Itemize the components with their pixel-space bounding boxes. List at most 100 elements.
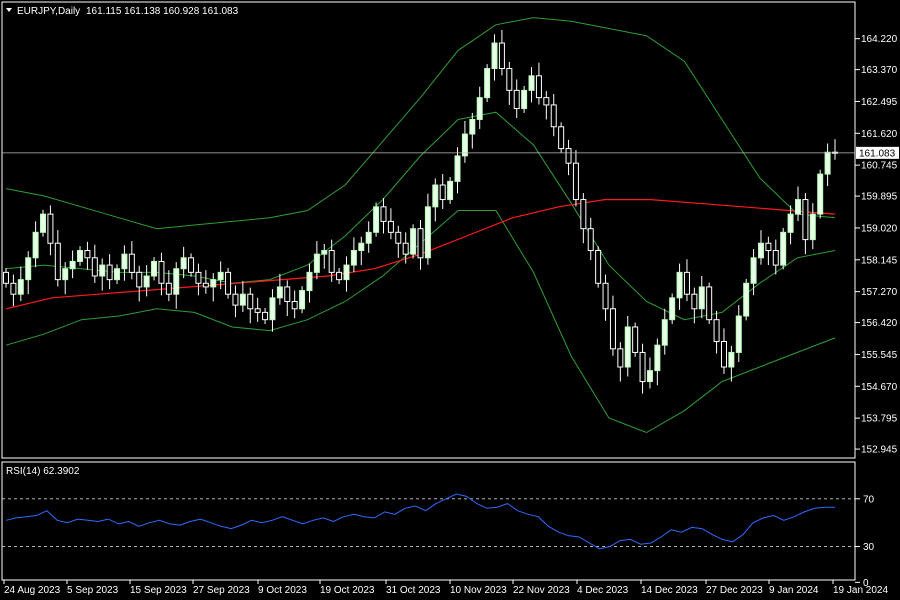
y-tick-label: 154.670 xyxy=(861,382,898,393)
candle-body xyxy=(225,271,232,295)
candle-body xyxy=(543,97,550,106)
candle-body xyxy=(698,286,705,310)
candle-body xyxy=(343,264,350,281)
y-tick-label: 163.370 xyxy=(861,65,898,76)
x-tick-label: 27 Dec 2023 xyxy=(706,585,763,596)
candle-body xyxy=(269,297,276,321)
y-tick-label: 162.495 xyxy=(861,97,898,108)
candle-body xyxy=(276,286,283,299)
candles xyxy=(3,29,838,394)
candle-body xyxy=(661,319,668,346)
ohlc-values: 161.115 161.138 160.928 161.083 xyxy=(86,6,239,17)
candle-body xyxy=(602,282,609,310)
candle-body xyxy=(817,173,824,215)
candle-body xyxy=(410,228,417,255)
candle-body xyxy=(728,351,735,368)
candle-body xyxy=(484,68,491,99)
candle-body xyxy=(114,268,121,281)
candle-body xyxy=(328,250,335,273)
candle-body xyxy=(262,311,269,321)
candle-body xyxy=(809,213,816,241)
candle-body xyxy=(669,297,676,321)
candle-body xyxy=(757,242,764,259)
candle-body xyxy=(691,293,698,310)
candle-body xyxy=(787,213,794,233)
candle-body xyxy=(143,275,150,288)
candle-body xyxy=(824,151,831,175)
candle-body xyxy=(506,68,513,91)
candle-body xyxy=(358,242,365,252)
y-tick-label: 159.020 xyxy=(861,223,898,234)
rsi-tick-label: 70 xyxy=(863,494,875,505)
candle-body xyxy=(676,271,683,299)
candle-body xyxy=(558,126,565,150)
candle-body xyxy=(47,213,54,244)
candle-body xyxy=(706,286,713,321)
candle-body xyxy=(232,293,239,306)
candle-body xyxy=(447,180,454,201)
rsi-line xyxy=(5,493,835,550)
rsi-tick-label: 30 xyxy=(863,542,875,553)
candle-body xyxy=(202,282,209,288)
candle-body xyxy=(454,155,461,182)
candle-body xyxy=(654,344,661,372)
candle-body xyxy=(572,162,579,201)
candle-body xyxy=(40,213,47,233)
candle-body xyxy=(617,348,624,368)
candle-body xyxy=(750,257,757,284)
candle-body xyxy=(683,271,690,295)
candle-body xyxy=(195,271,202,284)
candle-body xyxy=(521,89,528,110)
candle-body xyxy=(10,282,17,295)
candle-body xyxy=(402,242,409,255)
candle-body xyxy=(528,75,535,91)
candle-body xyxy=(3,271,9,284)
candle-body xyxy=(62,268,69,281)
candle-body xyxy=(476,97,483,120)
candle-body xyxy=(469,118,476,135)
candle-body xyxy=(254,308,261,313)
y-tick-label: 156.420 xyxy=(861,318,898,329)
candle-body xyxy=(713,319,720,343)
y-tick-label: 155.545 xyxy=(861,350,898,361)
y-tick-label: 164.220 xyxy=(861,34,898,45)
candle-body xyxy=(632,326,639,353)
y-tick-label: 158.145 xyxy=(861,255,898,266)
x-tick-label: 19 Jan 2024 xyxy=(833,585,888,596)
triangle-down-icon[interactable] xyxy=(6,8,12,12)
bollinger-line xyxy=(5,17,836,230)
candle-body xyxy=(498,42,505,70)
candle-body xyxy=(609,308,616,350)
x-tick-label: 4 Dec 2023 xyxy=(577,585,629,596)
y-tick-label: 152.945 xyxy=(861,445,898,456)
candle-body xyxy=(417,228,424,259)
candle-body xyxy=(106,264,113,281)
candle-body xyxy=(306,271,313,292)
x-tick-label: 22 Nov 2023 xyxy=(513,585,570,596)
candle-body xyxy=(239,293,246,306)
candle-body xyxy=(25,257,32,281)
candle-body xyxy=(802,199,809,241)
candle-body xyxy=(365,231,372,244)
candle-body xyxy=(247,293,254,310)
candle-body xyxy=(424,206,431,259)
candle-body xyxy=(321,250,328,255)
candle-body xyxy=(121,253,128,270)
candle-body xyxy=(513,89,520,110)
candle-body xyxy=(439,184,446,201)
candle-body xyxy=(373,206,380,233)
candle-body xyxy=(380,206,387,222)
candle-body xyxy=(639,351,646,383)
x-tick-label: 14 Dec 2023 xyxy=(641,585,698,596)
candle-body xyxy=(491,42,498,70)
candle-body xyxy=(188,257,195,273)
candle-body xyxy=(69,260,76,270)
chart-canvas: EURJPY,Daily 161.115 161.138 160.928 161… xyxy=(1,1,899,596)
candle-body xyxy=(151,260,158,277)
candle-body xyxy=(165,282,172,295)
candle-body xyxy=(395,231,402,244)
candle-body xyxy=(624,326,631,368)
candle-body xyxy=(284,286,291,302)
candle-body xyxy=(387,220,394,233)
candle-body xyxy=(550,104,557,128)
